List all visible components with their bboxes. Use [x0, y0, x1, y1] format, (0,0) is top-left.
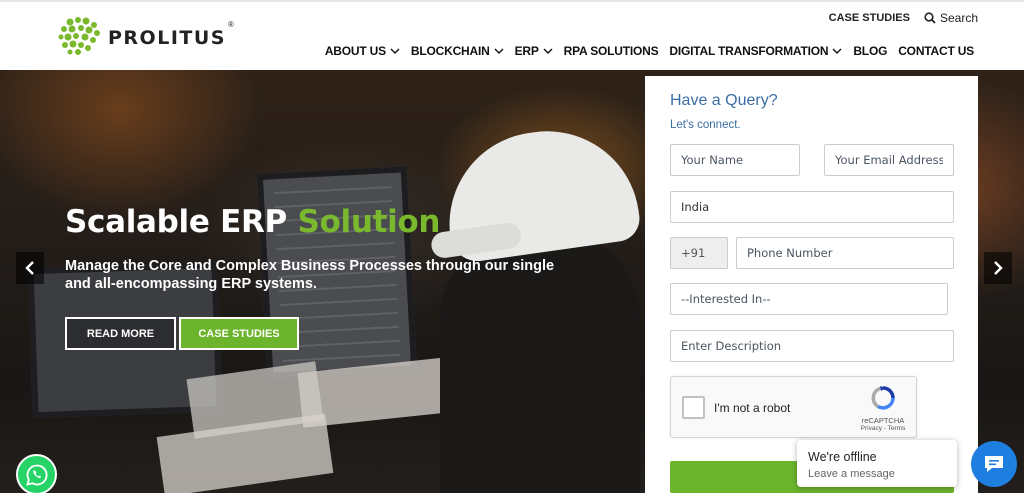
- slide-title-main: Scalable ERP: [65, 204, 298, 240]
- whatsapp-icon: [25, 464, 47, 486]
- recaptcha-checkbox[interactable]: [682, 396, 705, 419]
- nav-item-label: DIGITAL TRANSFORMATION: [669, 44, 829, 58]
- slider-next-button[interactable]: [984, 252, 1012, 284]
- slide-title: Scalable ERP Solution: [65, 204, 441, 240]
- country-code: +91: [670, 237, 728, 269]
- email-field[interactable]: [824, 144, 954, 176]
- nav-item-digital-transformation[interactable]: DIGITAL TRANSFORMATION: [669, 44, 842, 58]
- whatsapp-button[interactable]: [16, 454, 57, 493]
- nav-item-label: CONTACT US: [898, 44, 974, 58]
- form-title: Have a Query?: [670, 92, 778, 109]
- slide-title-accent: Solution: [297, 204, 441, 240]
- nav-item-label: BLOCKCHAIN: [410, 44, 490, 58]
- name-field[interactable]: [670, 144, 800, 176]
- query-form: Have a Query? Let's connect. +91 I'm not…: [645, 76, 978, 493]
- search-button[interactable]: Search: [924, 11, 978, 25]
- logo-text: PROLITUS: [108, 27, 226, 49]
- slide-subtitle: Manage the Core and Complex Business Pro…: [65, 258, 555, 292]
- recaptcha-logo: reCAPTCHA Privacy - Terms: [858, 385, 908, 432]
- chat-status: We're offline: [808, 450, 877, 464]
- main-nav: ABOUT US BLOCKCHAIN ERP RPA SOLUTIONS DI…: [325, 44, 974, 58]
- nav-item-rpa-solutions[interactable]: RPA SOLUTIONS: [564, 44, 659, 58]
- nav-item-label: BLOG: [853, 44, 888, 58]
- nav-item-label: ERP: [514, 44, 539, 58]
- recaptcha-brand: reCAPTCHA: [861, 416, 905, 425]
- search-label: Search: [939, 11, 978, 25]
- chevron-down-icon: [543, 48, 553, 54]
- phone-field[interactable]: [736, 237, 954, 269]
- registered-mark: ®: [227, 19, 234, 29]
- chevron-down-icon: [494, 48, 504, 54]
- prolitus-logo[interactable]: PROLITUS ®: [58, 16, 234, 56]
- country-field[interactable]: [670, 191, 954, 223]
- top-link-case-studies[interactable]: CASE STUDIES: [829, 12, 910, 24]
- recaptcha-label: I'm not a robot: [714, 401, 791, 415]
- chevron-down-icon: [832, 48, 842, 54]
- chat-leave-message: Leave a message: [808, 468, 895, 480]
- case-studies-button[interactable]: CASE STUDIES: [179, 317, 299, 350]
- nav-item-about-us[interactable]: ABOUT US: [325, 44, 400, 58]
- recaptcha-privacy-terms[interactable]: Privacy - Terms: [858, 425, 908, 432]
- site-header: PROLITUS ® CASE STUDIES Search ABOUT US …: [0, 0, 1024, 70]
- nav-item-blog[interactable]: BLOG: [853, 44, 887, 58]
- search-icon: [924, 12, 936, 24]
- logo-mark-icon: [58, 17, 100, 55]
- background-hard-hat: [437, 119, 643, 265]
- nav-item-label: ABOUT US: [324, 44, 386, 58]
- recaptcha-icon: [871, 386, 895, 410]
- recaptcha-widget: I'm not a robot reCAPTCHA Privacy - Term…: [670, 376, 917, 438]
- chevron-left-icon: [25, 261, 34, 275]
- chevron-down-icon: [390, 48, 400, 54]
- nav-item-label: RPA SOLUTIONS: [563, 44, 659, 58]
- chat-offline-box[interactable]: We're offline Leave a message: [797, 440, 957, 487]
- description-field[interactable]: [670, 330, 954, 362]
- chevron-right-icon: [994, 261, 1003, 275]
- top-links: CASE STUDIES Search: [829, 11, 978, 25]
- interested-in-select[interactable]: [670, 283, 948, 315]
- nav-item-blockchain[interactable]: BLOCKCHAIN: [411, 44, 504, 58]
- nav-item-erp[interactable]: ERP: [515, 44, 553, 58]
- nav-item-contact-us[interactable]: CONTACT US: [898, 44, 974, 58]
- form-subtitle: Let's connect.: [670, 119, 741, 131]
- slider-prev-button[interactable]: [16, 252, 44, 284]
- background-paper: [156, 413, 334, 493]
- chat-launcher-button[interactable]: [971, 441, 1017, 487]
- read-more-button[interactable]: READ MORE: [65, 317, 176, 350]
- chat-bubble-icon: [985, 456, 1003, 472]
